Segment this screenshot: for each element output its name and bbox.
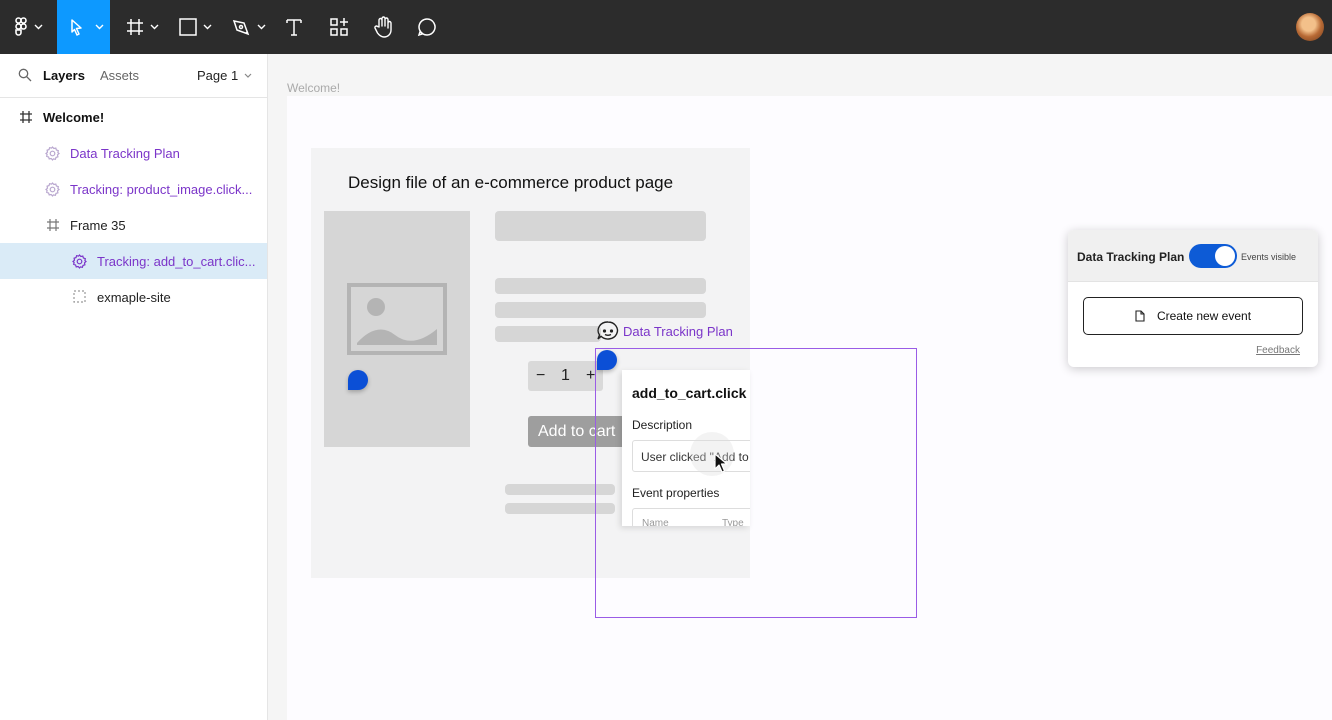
selection-box[interactable] <box>595 348 917 618</box>
page-name: Page 1 <box>197 68 239 83</box>
move-tool-button[interactable] <box>57 0 110 54</box>
rectangle-tool-icon[interactable] <box>177 0 199 54</box>
layer-row-tracking-add-to-cart[interactable]: Tracking: add_to_cart.clic... <box>0 243 267 279</box>
welcome-frame[interactable]: Design file of an e-commerce product pag… <box>287 96 1332 720</box>
chevron-down-icon[interactable] <box>34 0 43 54</box>
stepper-minus[interactable]: − <box>536 367 545 385</box>
layer-label: Tracking: add_to_cart.clic... <box>97 254 256 269</box>
mouse-cursor-icon <box>714 453 728 473</box>
chevron-down-icon[interactable] <box>257 0 266 54</box>
frame-label[interactable]: Welcome! <box>287 81 340 95</box>
search-icon[interactable] <box>18 68 32 82</box>
layer-label: exmaple-site <box>97 290 171 305</box>
layer-row-frame-35[interactable]: Frame 35 <box>0 207 267 243</box>
chevron-down-icon <box>244 73 252 78</box>
stepper-value: 1 <box>561 367 570 384</box>
image-placeholder-icon <box>347 283 447 355</box>
text-placeholder <box>495 302 706 318</box>
title-placeholder <box>495 211 706 241</box>
pen-tool-icon[interactable] <box>230 0 252 54</box>
page-selector[interactable]: Page 1 <box>197 68 252 83</box>
text-placeholder <box>495 326 601 342</box>
cursor-arrow-icon <box>70 19 82 36</box>
toggle-label: Events visible <box>1241 252 1297 262</box>
layer-label: Welcome! <box>43 110 105 125</box>
tracking-pin-product-image[interactable] <box>348 370 368 390</box>
layer-row-tracking-product-image[interactable]: Tracking: product_image.click... <box>0 171 267 207</box>
document-icon <box>1135 310 1145 322</box>
tracking-plan-label[interactable]: Data Tracking Plan <box>623 324 733 339</box>
layer-label: Tracking: product_image.click... <box>70 182 253 197</box>
tab-layers[interactable]: Layers <box>43 68 85 83</box>
create-new-event-button[interactable]: Create new event <box>1083 297 1303 335</box>
main-menu-icon[interactable] <box>10 0 34 54</box>
text-tool-icon[interactable] <box>283 0 305 54</box>
component-gear-icon <box>45 182 60 197</box>
design-title: Design file of an e-commerce product pag… <box>348 173 674 192</box>
toolbar <box>0 0 1332 54</box>
canvas[interactable]: Welcome! Design file of an e-commerce pr… <box>268 54 1332 720</box>
feedback-link[interactable]: Feedback <box>1256 345 1300 356</box>
data-tracking-plugin-panel: Data Tracking Plan Events visible Create… <box>1068 230 1318 367</box>
tab-assets[interactable]: Assets <box>100 68 139 83</box>
comment-tool-icon[interactable] <box>416 0 438 54</box>
layer-row-exmaple-site[interactable]: exmaple-site <box>0 279 267 315</box>
quantity-stepper[interactable]: − 1 + <box>528 361 603 391</box>
chevron-down-icon[interactable] <box>203 0 212 54</box>
frame-tool-icon[interactable] <box>124 0 146 54</box>
text-placeholder <box>495 278 706 294</box>
plugin-title: Data Tracking Plan <box>1077 250 1185 264</box>
dashed-frame-icon <box>73 290 86 303</box>
toggle-knob <box>1215 246 1235 266</box>
stepper-plus[interactable]: + <box>586 367 595 385</box>
events-visible-toggle[interactable] <box>1189 244 1237 268</box>
component-gear-icon <box>45 146 60 161</box>
layers-panel: Layers Assets Page 1 Welcome! Data Track… <box>0 54 268 720</box>
layer-label: Data Tracking Plan <box>70 146 180 161</box>
layer-label: Frame 35 <box>70 218 126 233</box>
comment-face-icon[interactable] <box>596 320 620 342</box>
resources-icon[interactable] <box>328 0 350 54</box>
panel-tabs: Layers Assets Page 1 <box>0 54 267 98</box>
create-button-label: Create new event <box>1156 309 1252 323</box>
layer-row-data-tracking-plan[interactable]: Data Tracking Plan <box>0 135 267 171</box>
frame-icon <box>20 111 32 123</box>
layer-row-welcome[interactable]: Welcome! <box>0 99 267 135</box>
chevron-down-icon[interactable] <box>150 0 159 54</box>
user-avatar[interactable] <box>1296 13 1324 41</box>
frame-icon <box>47 219 59 231</box>
component-gear-icon <box>72 254 87 269</box>
hand-tool-icon[interactable] <box>372 0 394 54</box>
plugin-header: Data Tracking Plan Events visible <box>1068 230 1318 282</box>
product-image-placeholder[interactable] <box>324 211 470 447</box>
chevron-down-icon <box>95 24 104 30</box>
